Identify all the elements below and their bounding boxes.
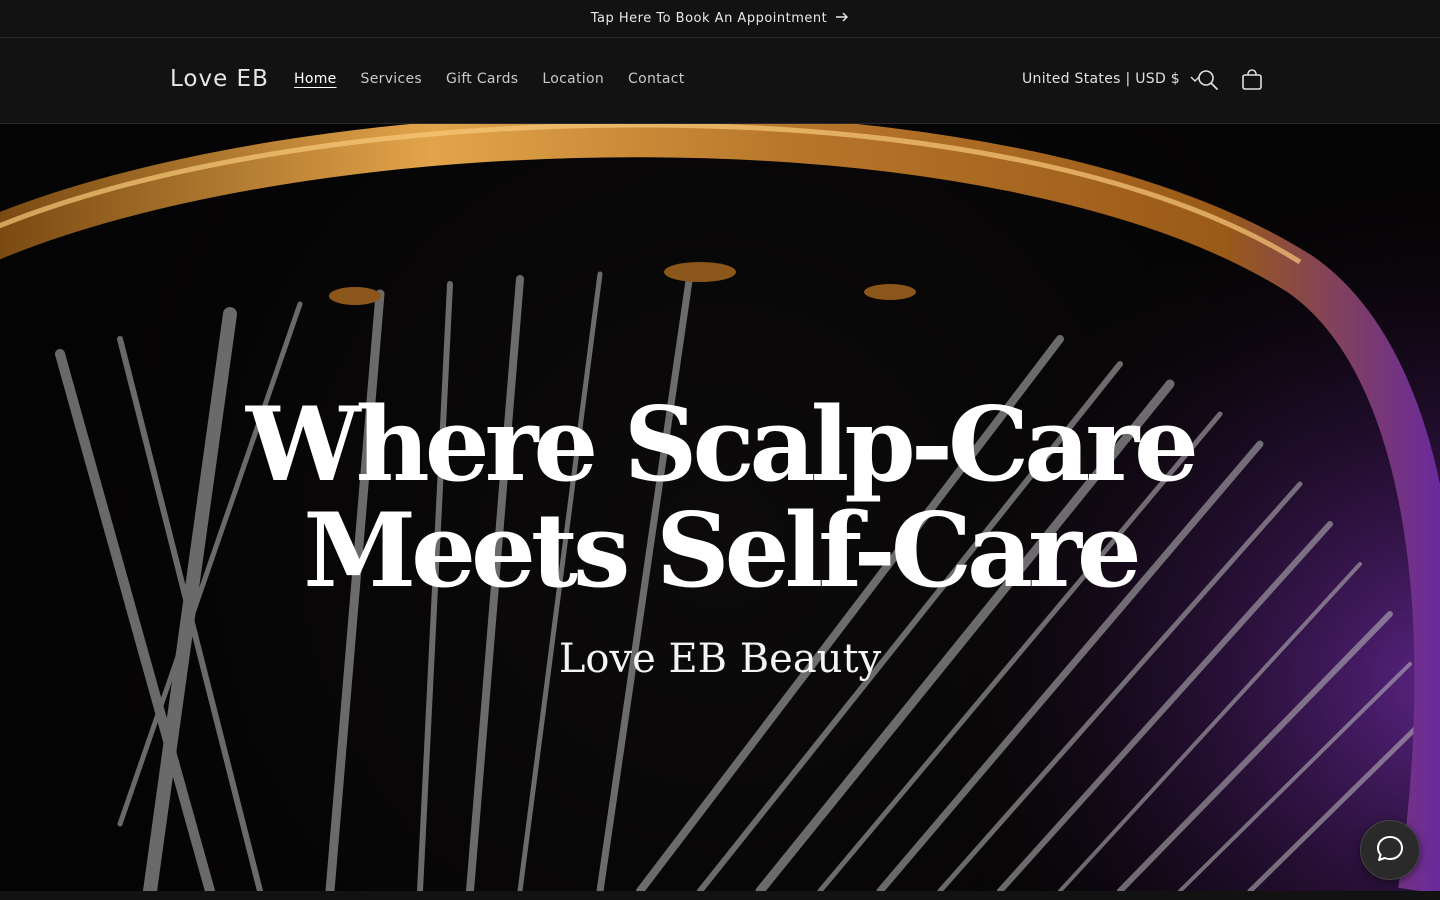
nav-contact[interactable]: Contact — [616, 71, 697, 87]
hero-title: Where Scalp-Care Meets Self-Care — [0, 392, 1440, 604]
arrow-right-icon — [835, 11, 849, 27]
country-selector-label: United States | USD $ — [1022, 71, 1180, 87]
announcement-bar: Tap Here To Book An Appointment — [0, 0, 1440, 38]
main-nav: Home Services Gift Cards Location Contac… — [282, 71, 697, 87]
chat-bubble-icon — [1375, 833, 1405, 867]
hero-banner: Where Scalp-Care Meets Self-Care Love EB… — [0, 124, 1440, 891]
chat-button[interactable] — [1360, 820, 1420, 880]
site-logo[interactable]: Love EB — [170, 66, 269, 92]
search-icon[interactable] — [1194, 66, 1222, 94]
nav-location[interactable]: Location — [530, 71, 616, 87]
page-bottom-strip — [0, 891, 1440, 900]
site-header: Love EB Home Services Gift Cards Locatio… — [0, 38, 1440, 124]
hero-title-line-1: Where Scalp-Care — [246, 385, 1199, 505]
hero-subtitle: Love EB Beauty — [558, 636, 882, 682]
nav-gift-cards[interactable]: Gift Cards — [434, 71, 530, 87]
announcement-text: Tap Here To Book An Appointment — [590, 11, 828, 26]
nav-services[interactable]: Services — [349, 71, 434, 87]
book-appointment-link[interactable]: Tap Here To Book An Appointment — [591, 11, 849, 27]
hero-title-line-2: Meets Self-Care — [303, 491, 1142, 611]
nav-home[interactable]: Home — [282, 71, 349, 87]
cart-icon[interactable] — [1238, 66, 1266, 94]
country-selector[interactable]: United States | USD $ — [1022, 71, 1200, 87]
